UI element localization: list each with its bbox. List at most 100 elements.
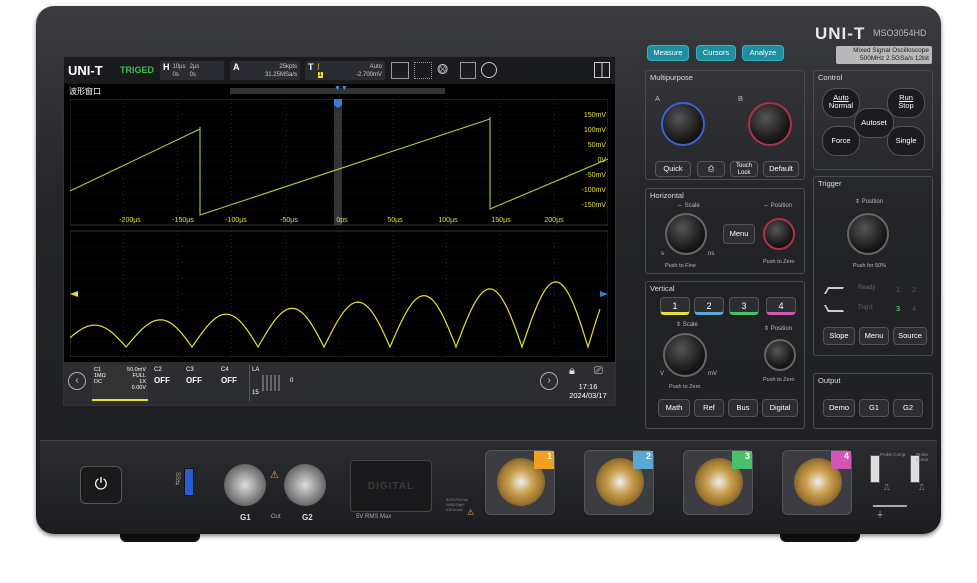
measure-button[interactable]: Measure	[647, 45, 689, 61]
time-tick-label: -200µs	[119, 217, 141, 224]
lock-icon[interactable]: 🔒︎	[569, 365, 575, 378]
ch1-level-marker	[70, 291, 78, 297]
model-label: MSO3054HD	[873, 28, 927, 38]
g1-bnc-output[interactable]	[224, 464, 266, 506]
next-page-icon[interactable]: ›	[540, 372, 558, 390]
horizontal-menu-button[interactable]: Menu	[723, 224, 755, 244]
horizontal-title: Horizontal	[650, 191, 684, 200]
trigger-menu-button[interactable]: Menu	[859, 327, 889, 345]
math-button[interactable]: Math	[658, 399, 690, 417]
acquire-info[interactable]: A 25kpts 31.25MSa/s	[230, 61, 300, 80]
t-level: -2.700mV	[355, 72, 382, 78]
a-label: A	[233, 62, 240, 72]
auto-normal-button[interactable]: Auto Normal	[822, 88, 860, 118]
g1-label: G1	[240, 513, 251, 522]
t-mode: Auto	[369, 64, 382, 70]
run-stop-button[interactable]: Run Stop	[887, 88, 925, 118]
list-icon[interactable]	[460, 62, 476, 79]
multipurpose-knob-a[interactable]	[661, 102, 705, 146]
force-button[interactable]: Force	[822, 126, 860, 156]
ch3-button[interactable]: 3	[729, 297, 759, 315]
cursor-icon[interactable]	[414, 62, 432, 79]
ch1-info[interactable]: C1 50.0mV 1MΩ FULL DC 1X 0.00V	[92, 365, 148, 401]
digital-port[interactable]: DIGITAL	[350, 460, 432, 512]
vertical-scale-knob[interactable]	[663, 333, 707, 377]
probe-comp-terminal[interactable]	[870, 455, 880, 483]
ch4-input[interactable]: 4	[782, 450, 852, 515]
ch4-state: OFF	[221, 376, 237, 385]
v-volt-label: V	[660, 371, 665, 377]
ch3-info[interactable]: C3 OFF	[184, 365, 210, 401]
trigger-level-knob[interactable]	[847, 213, 889, 255]
cursors-button[interactable]: Cursors	[696, 45, 736, 61]
ch4-info[interactable]: C4 OFF	[219, 365, 245, 401]
ch3-name: C3	[186, 367, 194, 373]
measure-icon[interactable]	[391, 62, 409, 79]
trigger-info[interactable]: T ∫ 1 Auto -2.700mV	[305, 61, 385, 80]
normal-label: Normal	[828, 101, 854, 111]
trig-indicator-1: 1	[896, 285, 901, 294]
model-subtitle: Mixed Signal Oscilloscope 500MHz 2.5GSa/…	[836, 46, 932, 64]
horizontal-scale-knob[interactable]	[665, 213, 707, 255]
default-button[interactable]: Default	[763, 161, 799, 177]
channel-bar: ‹ C1 50.0mV 1MΩ FULL DC 1X 0.00V C2 OFF C3 OF…	[64, 362, 615, 405]
square-wave-icon-2: ⎍	[919, 483, 925, 492]
digital-button[interactable]: Digital	[762, 399, 798, 417]
math-icon[interactable]: ⨷	[437, 61, 455, 79]
time-tick-label: 200µs	[544, 217, 564, 224]
quick-button[interactable]: Quick	[655, 161, 691, 177]
push-for-50-label: Push for 50%	[853, 263, 887, 269]
la-info[interactable]: LA 0 15	[249, 365, 301, 401]
single-button[interactable]: Single	[887, 126, 925, 156]
circle-icon[interactable]	[481, 62, 497, 78]
g2-button[interactable]: G2	[893, 399, 923, 417]
screen-icon[interactable]: ⎚	[594, 365, 603, 378]
usb-label: SS⇆	[174, 472, 180, 486]
ch1-button[interactable]: 1	[660, 297, 690, 315]
bus-button[interactable]: Bus	[728, 399, 758, 417]
la-d0: 0	[290, 378, 294, 384]
probe-comp-label2: Probe Comp	[916, 452, 929, 462]
ch2-info[interactable]: C2 OFF	[152, 365, 178, 401]
display-screen[interactable]: UNI-T TRIGED H 10µs 0s 2µs 0s A 25kpts 31.2…	[63, 56, 616, 406]
usb-port[interactable]	[184, 468, 194, 496]
la-name: LA	[252, 367, 260, 373]
ref-button[interactable]: Ref	[694, 399, 724, 417]
horizontal-info[interactable]: H 10µs 0s 2µs 0s	[160, 61, 224, 80]
time-tick-label: 50µs	[387, 217, 403, 224]
waveform-area[interactable]: 150mV 100mV 50mV 0V -50mV -100mV -150mV -200µs…	[70, 99, 608, 357]
oscilloscope-photo: UNI-T MSO3054HD Mixed Signal Oscilloscop…	[0, 0, 977, 583]
window-title: 波形窗口	[69, 87, 101, 96]
clock-date: 2024/03/17	[569, 391, 607, 400]
h-ns-label: ns	[708, 251, 715, 257]
slope-button[interactable]: Slope	[823, 327, 855, 345]
ch2-button[interactable]: 2	[694, 297, 724, 315]
analyze-button[interactable]: Analyze	[742, 45, 784, 61]
ch3-input[interactable]: 3	[683, 450, 753, 515]
zoom-window-marker	[334, 99, 342, 225]
g1-button[interactable]: G1	[859, 399, 889, 417]
digital-rms-label: 5V RMS Max	[356, 514, 392, 520]
print-icon[interactable]: ⎙	[697, 161, 725, 177]
ch2-input[interactable]: 2	[584, 450, 654, 515]
source-button[interactable]: Source	[893, 327, 927, 345]
multipurpose-knob-b[interactable]	[748, 102, 792, 146]
layout-icon[interactable]	[594, 62, 610, 78]
subtitle-line2: 500MHz 2.5GSa/s 12bit	[859, 55, 929, 62]
ch4-button[interactable]: 4	[766, 297, 796, 315]
volt-tick-label: -50mV	[585, 172, 606, 179]
power-button[interactable]: ⏻	[80, 466, 122, 504]
ch1-input[interactable]: 1	[485, 450, 555, 515]
demo-button[interactable]: Demo	[823, 399, 855, 417]
ch2-tag: 2	[633, 451, 653, 469]
touch-lock-button[interactable]: Touch Lock	[730, 161, 758, 177]
g2-bnc-output[interactable]	[284, 464, 326, 506]
ready-label: Ready	[858, 285, 876, 291]
h-offset2: 0s	[189, 72, 196, 78]
horizontal-position-knob[interactable]	[763, 218, 795, 250]
la-grid-icon	[262, 375, 282, 391]
prev-page-icon[interactable]: ‹	[68, 372, 86, 390]
vertical-position-knob[interactable]	[764, 339, 796, 371]
warning-icon: ⚠	[270, 470, 279, 481]
trig-indicator-4: 4	[912, 304, 917, 313]
